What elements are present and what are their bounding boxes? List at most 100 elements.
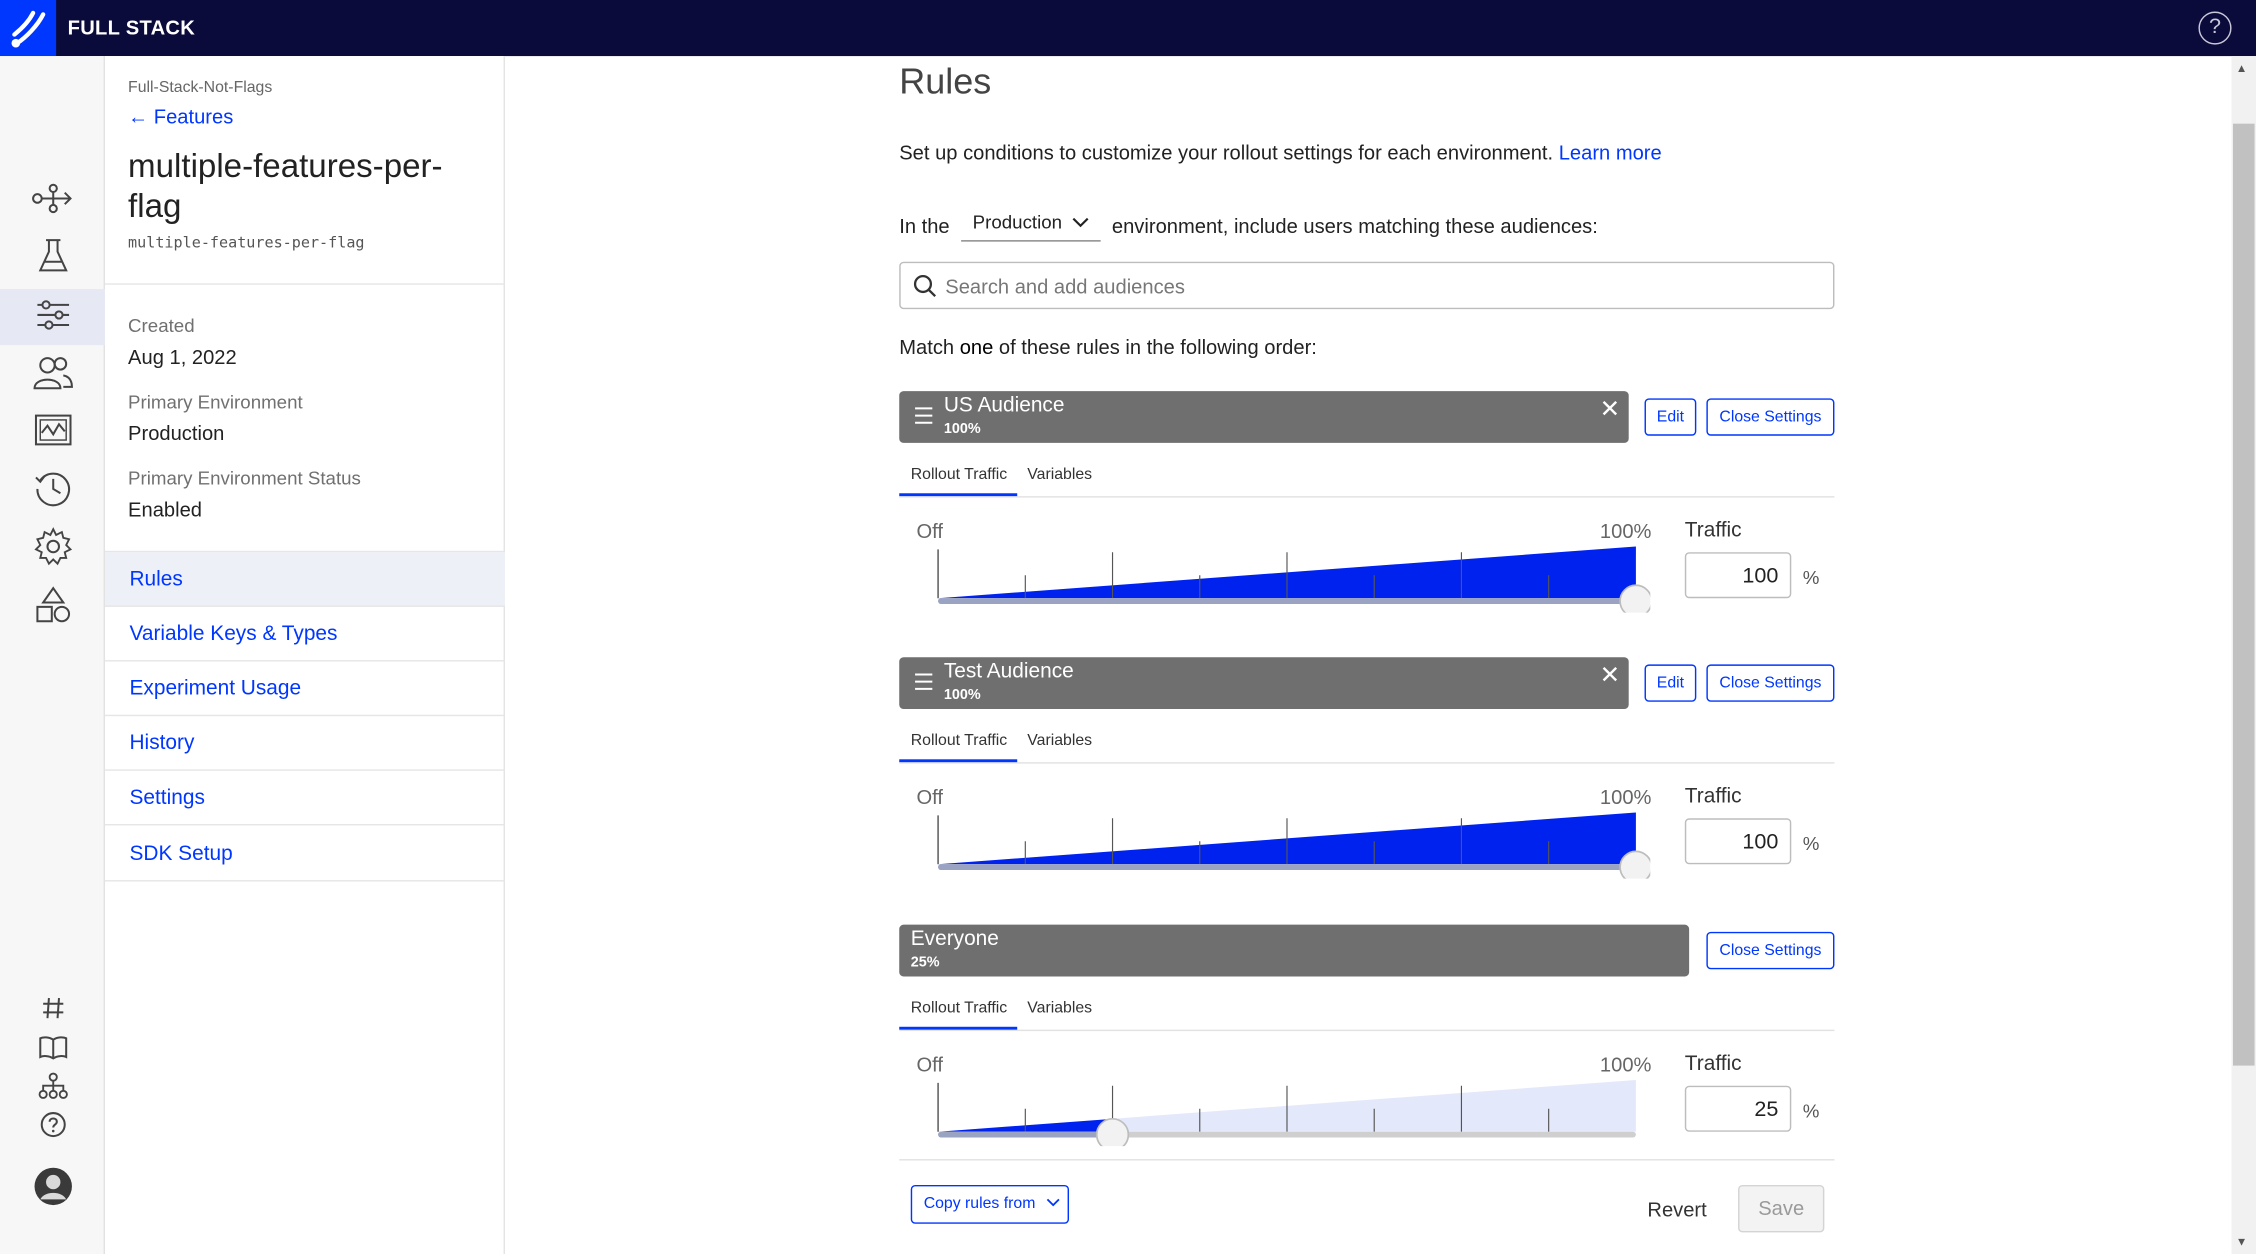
traffic-input[interactable]: 100 bbox=[1684, 552, 1792, 599]
components-icon[interactable] bbox=[29, 581, 78, 630]
save-button[interactable]: Save bbox=[1738, 1184, 1825, 1233]
settings-icon[interactable] bbox=[29, 522, 78, 571]
back-link-label: Features bbox=[153, 104, 234, 128]
traffic-input[interactable]: 25 bbox=[1684, 1085, 1792, 1132]
rule-percent: 100% bbox=[943, 687, 981, 704]
audiences-icon[interactable] bbox=[29, 348, 78, 397]
match-prefix: Match bbox=[899, 335, 955, 359]
vertical-scrollbar[interactable]: ▲ ▼ bbox=[2231, 56, 2256, 1254]
traffic-slider[interactable] bbox=[931, 541, 1651, 613]
optimizely-logo-icon[interactable] bbox=[0, 0, 57, 57]
tab-variables[interactable]: Variables bbox=[1027, 732, 1092, 749]
breadcrumb[interactable]: Full-Stack-Not-Flags bbox=[128, 79, 272, 96]
footer-divider bbox=[899, 1159, 1835, 1161]
learn-more-link[interactable]: Learn more bbox=[1559, 141, 1662, 164]
help-circle-icon[interactable] bbox=[29, 1100, 78, 1149]
scrollbar-thumb[interactable] bbox=[2232, 123, 2255, 1066]
edit-button[interactable]: Edit bbox=[1644, 664, 1697, 702]
divider bbox=[105, 283, 506, 285]
scroll-up-icon[interactable]: ▲ bbox=[2236, 62, 2247, 75]
arrow-left-icon: ← bbox=[128, 104, 149, 128]
primary-env-value: Production bbox=[128, 421, 225, 445]
match-text: Match one of these rules in the followin… bbox=[899, 335, 1317, 358]
close-icon[interactable]: ✕ bbox=[1600, 662, 1621, 691]
rule-name: US Audience bbox=[943, 394, 1065, 418]
slider-handle[interactable] bbox=[1619, 850, 1651, 879]
close-settings-button[interactable]: Close Settings bbox=[1706, 931, 1835, 970]
menu-item-sdk-setup[interactable]: SDK Setup bbox=[105, 827, 506, 882]
help-icon[interactable]: ? bbox=[2198, 11, 2232, 45]
primary-env-label: Primary Environment bbox=[128, 391, 303, 413]
back-to-features-link[interactable]: ← Features bbox=[128, 105, 233, 128]
environment-select[interactable]: Production bbox=[961, 209, 1101, 242]
flag-title: multiple-features-per-flag bbox=[128, 146, 443, 225]
tab-variables[interactable]: Variables bbox=[1027, 999, 1092, 1016]
rule-header-bar[interactable]: Test Audience 100% ✕ bbox=[899, 657, 1629, 709]
close-settings-button[interactable]: Close Settings bbox=[1706, 398, 1835, 436]
rule-card: US Audience 100% ✕ Edit Close Settings R… bbox=[899, 391, 1835, 628]
tab-rollout-traffic[interactable]: Rollout Traffic bbox=[911, 999, 1007, 1016]
traffic-label: Traffic bbox=[1684, 519, 1742, 543]
search-icon bbox=[913, 274, 937, 298]
close-settings-button[interactable]: Close Settings bbox=[1706, 664, 1835, 702]
tab-rollout-traffic[interactable]: Rollout Traffic bbox=[911, 466, 1007, 483]
slider-max-label: 100% bbox=[1599, 785, 1652, 809]
flags-icon[interactable] bbox=[29, 174, 78, 223]
experiments-icon[interactable] bbox=[29, 232, 78, 281]
search-placeholder: Search and add audiences bbox=[945, 274, 1185, 298]
features-icon[interactable] bbox=[29, 290, 78, 339]
chevron-down-icon bbox=[1046, 1198, 1060, 1207]
scroll-down-icon[interactable]: ▼ bbox=[2236, 1235, 2247, 1248]
slider-rail-fill bbox=[938, 598, 1636, 604]
copy-rules-label: Copy rules from bbox=[923, 1195, 1036, 1213]
tab-rollout-traffic[interactable]: Rollout Traffic bbox=[911, 732, 1007, 749]
slider-handle[interactable] bbox=[1619, 584, 1651, 613]
traffic-label: Traffic bbox=[1684, 1052, 1742, 1076]
page-title: Rules bbox=[899, 61, 992, 103]
avatar-icon[interactable] bbox=[29, 1162, 78, 1211]
rule-tabs: Rollout Traffic Variables bbox=[899, 723, 1835, 764]
created-label: Created bbox=[128, 314, 195, 337]
rule-percent: 100% bbox=[943, 421, 981, 438]
slider-rail-fill bbox=[938, 864, 1636, 871]
traffic-slider[interactable] bbox=[931, 1074, 1650, 1147]
drag-handle-icon[interactable] bbox=[914, 407, 934, 424]
rule-header-bar[interactable]: Everyone 25% bbox=[899, 924, 1690, 977]
copy-rules-button[interactable]: Copy rules from bbox=[910, 1184, 1070, 1224]
tab-underline bbox=[899, 1026, 1018, 1030]
traffic-label: Traffic bbox=[1684, 785, 1742, 809]
menu-item-rules[interactable]: Rules bbox=[105, 552, 506, 607]
menu-item-variable-keys[interactable]: Variable Keys & Types bbox=[105, 607, 506, 662]
menu-item-history[interactable]: History bbox=[105, 716, 506, 771]
slider-handle[interactable] bbox=[1095, 1117, 1130, 1147]
rule-header-bar[interactable]: US Audience 100% ✕ bbox=[899, 391, 1629, 443]
rule-tabs: Rollout Traffic Variables bbox=[899, 991, 1835, 1032]
rule-name: Test Audience bbox=[943, 660, 1074, 684]
environment-select-value: Production bbox=[972, 211, 1063, 233]
tab-variables[interactable]: Variables bbox=[1027, 466, 1092, 483]
reports-icon[interactable] bbox=[29, 406, 78, 455]
tab-underline bbox=[899, 759, 1018, 763]
edit-button[interactable]: Edit bbox=[1644, 398, 1697, 436]
match-emphasis: one bbox=[959, 335, 994, 359]
percent-suffix: % bbox=[1802, 566, 1820, 589]
menu-item-experiment-usage[interactable]: Experiment Usage bbox=[105, 662, 506, 717]
chevron-down-icon bbox=[1072, 217, 1089, 228]
icon-nav bbox=[0, 56, 106, 1254]
drag-handle-icon[interactable] bbox=[914, 673, 934, 690]
primary-env-status-label: Primary Environment Status bbox=[128, 467, 361, 489]
slider-min-label: Off bbox=[916, 785, 944, 809]
feature-sidebar: Full-Stack-Not-Flags ← Features multiple… bbox=[105, 56, 506, 1254]
slider-max-label: 100% bbox=[1599, 519, 1652, 543]
revert-button[interactable]: Revert bbox=[1647, 1198, 1706, 1221]
rule-tabs: Rollout Traffic Variables bbox=[899, 457, 1835, 498]
environment-line: In the Production environment, include u… bbox=[899, 209, 1598, 242]
slider-min-label: Off bbox=[916, 519, 944, 543]
menu-item-settings[interactable]: Settings bbox=[105, 771, 506, 826]
history-icon[interactable] bbox=[29, 464, 78, 513]
traffic-slider[interactable] bbox=[931, 807, 1651, 879]
traffic-input[interactable]: 100 bbox=[1684, 818, 1792, 865]
audience-search-input[interactable]: Search and add audiences bbox=[899, 261, 1835, 310]
rule-card: Everyone 25% Close Settings Rollout Traf… bbox=[899, 924, 1835, 1162]
close-icon[interactable]: ✕ bbox=[1600, 395, 1621, 424]
